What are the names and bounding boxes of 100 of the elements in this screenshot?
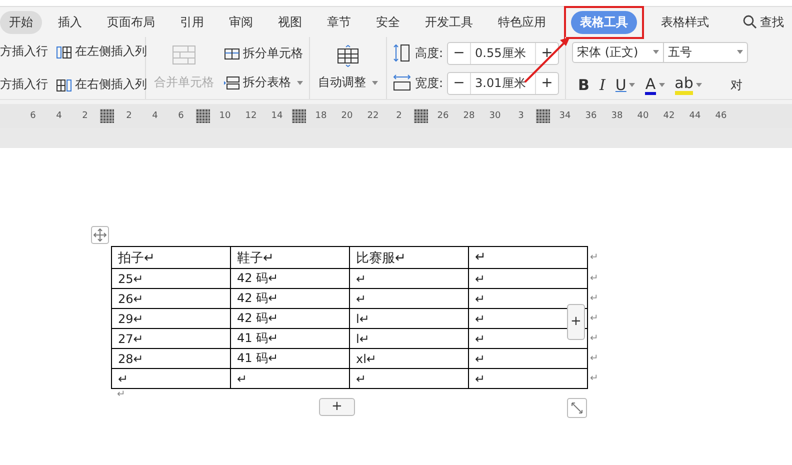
width-field[interactable]: − 3.01厘米 + [447,72,560,94]
ruler-number: 38 [610,111,624,121]
row-height-icon [393,44,411,62]
ruler-number: 36 [584,111,598,121]
align-button[interactable]: 对 [730,76,742,94]
table-cell: 鞋子↵ [237,250,274,266]
insert-column-icon [56,44,72,58]
column-width-icon [393,74,411,92]
add-column-button[interactable]: + [567,304,585,340]
table-cell: ↵ [475,312,486,326]
column-marker[interactable] [196,109,210,123]
caret-icon [297,80,303,84]
table-cell: 比赛服↵ [356,250,406,266]
insert-column-right-button[interactable]: 在右侧插入列 [56,76,147,93]
table-cell: ↵ [475,352,486,366]
ribbon-tab[interactable]: 开发工具 [416,10,482,34]
ribbon-tab[interactable]: 引用 [171,10,213,34]
ruler-number: 26 [436,111,450,121]
format-button[interactable]: ab [674,76,702,94]
ruler-number: 14 [270,111,284,121]
ribbon-tab[interactable]: 审阅 [220,10,262,34]
format-button[interactable]: A [645,76,665,94]
format-button[interactable]: B [578,76,590,94]
insert-row-above-button[interactable]: 方插入行 [0,43,48,60]
font-size-dropdown[interactable]: 五号 [664,42,748,62]
split-cells-icon [224,48,240,60]
table-cell: 26↵ [118,292,144,306]
table-cell: 42 码↵ [237,311,278,325]
search-button[interactable]: 查找 [743,14,784,30]
column-marker[interactable] [100,109,114,123]
table-grid-icon [336,44,360,67]
caret-icon [696,83,702,87]
format-button[interactable]: I [599,76,606,94]
ruler-number: 3 [517,111,525,121]
ruler-number: 6 [29,111,37,121]
table-cell: 42 码↵ [237,291,278,305]
caret-icon [372,80,378,85]
ribbon-tab[interactable]: 开始 [0,10,42,34]
button-label: 自动调整 [318,74,378,92]
height-label: 高度: [415,44,444,62]
ruler-number: 2 [81,111,89,121]
ribbon-tab[interactable]: 插入 [49,10,91,34]
table-cell: l↵ [356,332,370,346]
font-dropdown[interactable]: 宋体 (正文) [572,42,664,62]
add-row-button[interactable]: + [319,398,355,416]
format-button[interactable]: U [615,76,636,94]
ribbon-tab[interactable]: 安全 [367,10,409,34]
ruler-number: 28 [462,111,476,121]
column-marker[interactable] [536,109,550,123]
table-cell: xl↵ [356,352,376,366]
ruler-number: 42 [662,111,676,121]
table-cell: 拍子↵ [118,250,155,266]
ruler-number: 12 [244,111,258,121]
ribbon-tab[interactable]: 章节 [318,10,360,34]
row-end-mark: ↵ [590,353,598,364]
table-cell: 41 码↵ [237,351,278,365]
move-handle-icon[interactable] [91,226,109,244]
caret-icon [737,50,744,54]
ruler-number: 10 [218,111,232,121]
insert-column-left-button[interactable]: 在左侧插入列 [56,43,147,60]
column-marker[interactable] [292,109,306,123]
resize-handle-icon[interactable] [567,398,587,418]
insert-column-icon [56,78,72,92]
auto-fit-button[interactable]: 自动调整 [316,39,380,97]
ruler-number: 4 [55,111,63,121]
ruler-number: 34 [558,111,572,121]
paragraph-mark: ↵ [116,389,126,400]
table-cell: ↵ [475,332,486,346]
split-cells-button[interactable]: 拆分单元格 [224,45,303,62]
row-end-mark: ↵ [590,273,598,284]
table-grid-icon [172,45,196,66]
insert-row-below-button[interactable]: 方插入行 [0,76,48,93]
table-cell: 42 码↵ [237,271,278,285]
caret-icon [653,50,660,54]
ruler-number: 46 [714,111,728,121]
caret-icon [658,83,665,87]
table-cell: 28↵ [118,352,144,366]
ruler-number: 2 [395,111,403,121]
ribbon-tab[interactable]: 页面布局 [98,10,164,34]
split-table-button[interactable]: 拆分表格 [224,74,303,91]
ruler-number: 40 [636,111,650,121]
table-cell: ↵ [356,372,366,386]
table-cell: 27↵ [118,332,144,346]
ruler-number: 20 [340,111,354,121]
table-cell: ↵ [475,292,486,306]
caret-icon [629,83,636,87]
table-cell: ↵ [475,250,486,265]
column-marker[interactable] [414,109,428,123]
ribbon-tab[interactable]: 视图 [269,10,311,34]
table-cell: ↵ [475,372,486,386]
row-end-mark: ↵ [590,373,598,384]
row-end-mark: ↵ [590,333,598,344]
table-cell: 29↵ [118,312,144,326]
height-field[interactable]: − 0.55厘米 + [447,42,560,64]
ribbon-tab[interactable]: 表格样式 [652,10,718,34]
table-cell: ↵ [118,372,128,386]
split-table-icon [224,76,240,90]
ribbon-tab[interactable]: 特色应用 [489,10,555,34]
ruler-number: 18 [314,111,328,121]
table-cell: 25↵ [118,272,144,286]
